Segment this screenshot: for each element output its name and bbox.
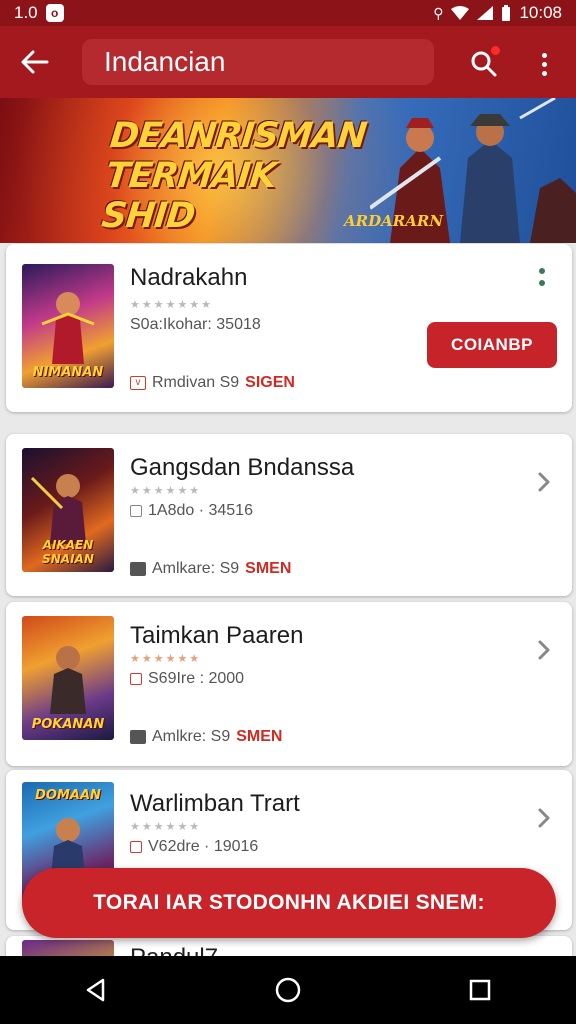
game-meta: S69Ire : 2000: [130, 670, 244, 688]
price-row: Amlkare: S9 SMEN: [130, 560, 291, 578]
thumbnail-caption: AIKAEN SNAIAN: [42, 538, 94, 566]
back-arrow-icon: [21, 50, 49, 74]
game-meta: V62dre · 19016: [130, 838, 258, 856]
wifi-icon: [451, 6, 470, 20]
meta-text: 1A8do · 34516: [148, 502, 253, 519]
nav-recents-button[interactable]: [450, 960, 510, 1020]
promo-banner[interactable]: DEANRISMAN TERMAIK SHID ARDARARN: [0, 98, 576, 243]
banner-subtitle: ARDARARN: [344, 212, 444, 230]
chevron-right-icon[interactable]: [530, 468, 558, 496]
meta-text: S0a:Ikohar: 35018: [130, 316, 261, 333]
game-title: Gangsdan Bndanssa: [130, 454, 355, 481]
back-triangle-icon: [86, 978, 105, 1002]
price-tag-icon: [130, 730, 146, 744]
home-circle-icon: [275, 977, 301, 1003]
meta-text: S69Ire : 2000: [148, 670, 245, 687]
game-thumbnail: AIKAEN SNAIAN: [22, 448, 114, 572]
price-label: Rmdivan S9: [152, 374, 240, 391]
thumbnail-caption: DOMAAN: [35, 788, 101, 803]
search-text: Indancian: [104, 46, 226, 77]
price-highlight: SMEN: [245, 560, 292, 577]
game-title: Nadrakahn: [130, 264, 248, 291]
meta-text: V62dre · 19016: [148, 838, 259, 855]
price-tag-icon: v: [130, 376, 146, 390]
bottom-action-button[interactable]: TORAI IAR STODONHN AKDIEI SNEM:: [22, 868, 556, 938]
signal-icon: [477, 6, 494, 20]
thumbnail-caption: NIMANAN: [32, 365, 104, 380]
overflow-menu-button[interactable]: [526, 42, 562, 86]
nav-home-button[interactable]: [258, 960, 318, 1020]
meta-icon: [130, 673, 142, 685]
price-label: Amlkre: S9: [152, 728, 231, 745]
game-thumbnail: POKANAN: [22, 616, 114, 740]
rating-stars: ★★★★★★: [130, 821, 202, 833]
system-nav-bar: [0, 956, 576, 1024]
thumbnail-caption: POKANAN: [31, 717, 105, 732]
price-row: v Rmdivan S9 SIGEN: [130, 374, 295, 392]
meta-icon: [130, 505, 142, 517]
price-highlight: SIGEN: [245, 374, 295, 391]
rating-stars: ★★★★★★★: [130, 299, 214, 311]
app-bar: Indancian: [0, 26, 576, 98]
back-button[interactable]: [0, 26, 70, 98]
search-button[interactable]: [462, 42, 506, 86]
install-button[interactable]: COIANBP: [427, 322, 557, 368]
rating-stars: ★★★★★★: [130, 653, 202, 665]
meta-icon: [130, 841, 142, 853]
chevron-right-icon[interactable]: [530, 804, 558, 832]
status-bar: 1.0 o ⚲ 10:08: [0, 0, 576, 26]
item-options-icon[interactable]: [539, 268, 545, 286]
banner-title-line1: DEANRISMAN: [108, 116, 369, 156]
game-meta: 1A8do · 34516: [130, 502, 253, 520]
search-input[interactable]: Indancian: [82, 39, 434, 85]
location-icon: ⚲: [433, 4, 444, 21]
game-thumbnail: NIMANAN: [22, 264, 114, 388]
banner-title-line2: TERMAIK SHID: [99, 156, 278, 236]
notification-icon: o: [45, 4, 64, 22]
list-item[interactable]: AIKAEN SNAIAN Gangsdan Bndanssa ★★★★★★ 1…: [6, 434, 572, 596]
status-right: ⚲ 10:08: [433, 3, 562, 23]
price-label: Amlkare: S9: [152, 560, 240, 577]
notification-dot: [491, 46, 500, 55]
status-time: 10:08: [519, 3, 562, 22]
price-highlight: SMEN: [236, 728, 283, 745]
game-title: Taimkan Paaren: [130, 622, 304, 649]
game-title: Warlimban Trart: [130, 790, 300, 817]
battery-icon: [502, 5, 511, 21]
nav-back-button[interactable]: [66, 960, 126, 1020]
recents-square-icon: [469, 979, 491, 1001]
banner-title: DEANRISMAN TERMAIK SHID: [100, 116, 383, 236]
price-tag-icon: [130, 562, 146, 576]
chevron-right-icon[interactable]: [530, 636, 558, 664]
list-item[interactable]: POKANAN Taimkan Paaren ★★★★★★ S69Ire : 2…: [6, 602, 572, 766]
status-left: 1.0 o: [14, 3, 64, 23]
game-meta: S0a:Ikohar: 35018: [130, 316, 261, 334]
price-row: Amlkre: S9 SMEN: [130, 728, 282, 746]
rating-stars: ★★★★★★: [130, 485, 202, 497]
status-time-left: 1.0: [14, 3, 38, 22]
